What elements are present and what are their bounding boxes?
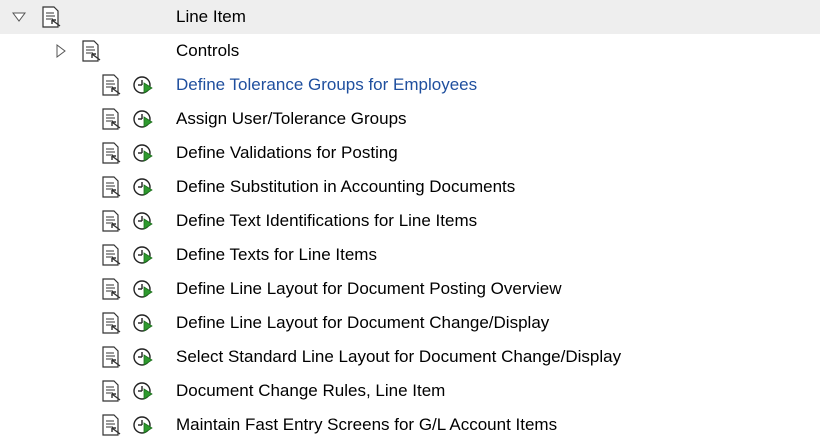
document-icon[interactable]	[100, 176, 122, 198]
tree-item-define-tolerance-groups[interactable]: Define Tolerance Groups for Employees	[0, 68, 820, 102]
document-icon	[82, 40, 101, 62]
execute-clock-icon[interactable]	[132, 142, 154, 164]
tree-item-maintain-fast-entry-screens[interactable]: Maintain Fast Entry Screens for G/L Acco…	[0, 408, 820, 442]
img-tree: Line Item Controls Define Tolerance Grou…	[0, 0, 820, 442]
document-icon[interactable]	[100, 244, 122, 266]
execute-clock-icon[interactable]	[132, 414, 154, 436]
tree-node-label: Controls	[176, 41, 240, 60]
tree-item-assign-user-tolerance-groups[interactable]: Assign User/Tolerance Groups	[0, 102, 820, 136]
tree-item-label: Define Text Identifications for Line Ite…	[176, 211, 478, 230]
triangle-down-icon[interactable]	[12, 10, 26, 24]
execute-clock-icon[interactable]	[132, 278, 154, 300]
tree-item-label: Define Line Layout for Document Change/D…	[176, 313, 550, 332]
document-icon[interactable]	[100, 210, 122, 232]
document-icon[interactable]	[100, 346, 122, 368]
document-icon[interactable]	[100, 74, 122, 96]
execute-clock-icon[interactable]	[132, 346, 154, 368]
tree-item-label: Define Texts for Line Items	[176, 245, 377, 264]
document-icon[interactable]	[100, 278, 122, 300]
execute-clock-icon[interactable]	[132, 244, 154, 266]
triangle-right-icon[interactable]	[54, 44, 68, 58]
document-icon[interactable]	[100, 380, 122, 402]
document-icon[interactable]	[100, 414, 122, 436]
tree-item-label: Select Standard Line Layout for Document…	[176, 347, 622, 366]
tree-item-define-texts[interactable]: Define Texts for Line Items	[0, 238, 820, 272]
tree-node-line-item[interactable]: Line Item	[0, 0, 820, 34]
tree-item-label: Define Substitution in Accounting Docume…	[176, 177, 516, 196]
document-icon[interactable]	[100, 312, 122, 334]
document-icon[interactable]	[100, 108, 122, 130]
execute-clock-icon[interactable]	[132, 108, 154, 130]
execute-clock-icon[interactable]	[132, 210, 154, 232]
document-icon[interactable]	[100, 142, 122, 164]
tree-node-controls[interactable]: Controls	[0, 34, 820, 68]
tree-item-label: Maintain Fast Entry Screens for G/L Acco…	[176, 415, 558, 434]
tree-item-document-change-rules[interactable]: Document Change Rules, Line Item	[0, 374, 820, 408]
tree-item-select-standard-line-layout[interactable]: Select Standard Line Layout for Document…	[0, 340, 820, 374]
tree-item-line-layout-posting-overview[interactable]: Define Line Layout for Document Posting …	[0, 272, 820, 306]
tree-node-label: Line Item	[176, 7, 246, 26]
tree-item-label: Assign User/Tolerance Groups	[176, 109, 407, 128]
execute-clock-icon[interactable]	[132, 312, 154, 334]
execute-clock-icon[interactable]	[132, 380, 154, 402]
tree-item-label: Define Line Layout for Document Posting …	[176, 279, 562, 298]
tree-item-label: Define Validations for Posting	[176, 143, 398, 162]
document-icon	[42, 6, 61, 28]
execute-clock-icon[interactable]	[132, 74, 154, 96]
tree-item-define-text-identifications[interactable]: Define Text Identifications for Line Ite…	[0, 204, 820, 238]
tree-item-define-substitution[interactable]: Define Substitution in Accounting Docume…	[0, 170, 820, 204]
execute-clock-icon[interactable]	[132, 176, 154, 198]
tree-item-line-layout-change-display[interactable]: Define Line Layout for Document Change/D…	[0, 306, 820, 340]
tree-item-label: Define Tolerance Groups for Employees	[176, 75, 478, 94]
tree-item-label: Document Change Rules, Line Item	[176, 381, 446, 400]
tree-item-define-validations[interactable]: Define Validations for Posting	[0, 136, 820, 170]
